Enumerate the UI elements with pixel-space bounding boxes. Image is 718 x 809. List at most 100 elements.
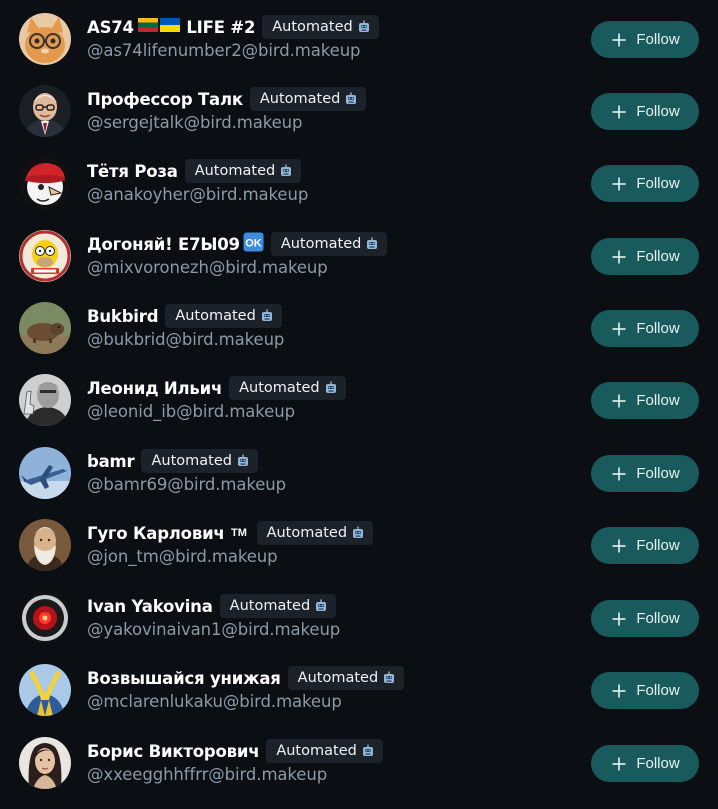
follow-label: Follow — [636, 755, 680, 772]
bearded-man-avatar-icon — [19, 519, 71, 571]
robot-icon — [237, 454, 248, 466]
account-row[interactable]: Догоняй! Е7Ы09 OK Automated @mixvoronezh… — [0, 219, 718, 291]
plus-icon — [612, 33, 626, 46]
follow-button[interactable]: Follow — [591, 21, 699, 58]
display-name[interactable]: Профессор Талк — [87, 90, 243, 109]
follow-button[interactable]: Follow — [591, 745, 699, 782]
avatar[interactable] — [19, 592, 71, 644]
account-handle[interactable]: @bukbrid@bird.makeup — [87, 330, 284, 349]
svg-text:TM: TM — [231, 527, 247, 539]
name-line: Догоняй! Е7Ы09 OK Automated — [87, 231, 388, 257]
display-name[interactable]: Борис Викторович — [87, 742, 260, 761]
avatar[interactable] — [19, 157, 71, 209]
plus-icon — [612, 105, 626, 118]
account-handle[interactable]: @bamr69@bird.makeup — [87, 475, 286, 494]
name-line: AS74 LIFE #2 Automated — [87, 14, 379, 40]
name-line: Леонид Ильич Automated — [87, 375, 346, 401]
homer-avatar-icon — [19, 230, 71, 282]
follow-label: Follow — [636, 392, 680, 409]
follow-label: Follow — [636, 610, 680, 627]
follow-button[interactable]: Follow — [591, 455, 699, 492]
account-handle[interactable]: @jon_tm@bird.makeup — [87, 547, 278, 566]
follow-label: Follow — [636, 465, 680, 482]
name-line: bamr Automated — [87, 448, 258, 474]
avatar[interactable] — [19, 302, 71, 354]
name-line: Тётя Роза Automated — [87, 158, 302, 184]
automated-badge: Automated — [141, 449, 258, 473]
account-handle[interactable]: @mixvoronezh@bird.makeup — [87, 258, 328, 277]
follow-label: Follow — [636, 103, 680, 120]
account-row[interactable]: Профессор Талк Automated @sergejtalk@bir… — [0, 74, 718, 146]
avatar[interactable] — [19, 230, 71, 282]
man-waving-avatar-icon — [19, 374, 71, 426]
account-handle[interactable]: @as74lifenumber2@bird.makeup — [87, 41, 361, 60]
avatar[interactable] — [19, 447, 71, 499]
follow-label: Follow — [636, 31, 680, 48]
account-row[interactable]: Тётя Роза Automated @anakoyher@bird.make… — [0, 146, 718, 218]
plus-icon — [612, 539, 626, 552]
svg-text:OK: OK — [245, 238, 262, 250]
avatar[interactable] — [19, 13, 71, 65]
robot-icon — [281, 164, 292, 176]
follow-button[interactable]: Follow — [591, 672, 699, 709]
account-row[interactable]: Борис Викторович Automated @xxeegghhffrr… — [0, 726, 718, 798]
display-name[interactable]: Ivan Yakovina — [87, 597, 213, 616]
account-handle[interactable]: @leonid_ib@bird.makeup — [87, 402, 295, 421]
robot-icon — [384, 671, 395, 683]
plus-icon — [612, 684, 626, 697]
follow-button[interactable]: Follow — [591, 600, 699, 637]
name-line: Профессор Талк Automated — [87, 86, 367, 112]
account-handle[interactable]: @mclarenlukaku@bird.makeup — [87, 692, 342, 711]
follow-button[interactable]: Follow — [591, 382, 699, 419]
account-row[interactable]: Ivan Yakovina Automated @yakovinaivan1@b… — [0, 581, 718, 653]
account-row[interactable]: AS74 LIFE #2 Automated @as74lifenumber2@… — [0, 2, 718, 74]
follow-button[interactable]: Follow — [591, 238, 699, 275]
avatar[interactable] — [19, 519, 71, 571]
account-handle[interactable]: @xxeegghhffrr@bird.makeup — [87, 765, 327, 784]
badge-label: Automated — [239, 380, 320, 396]
follow-label: Follow — [636, 320, 680, 337]
automated-badge: Automated — [262, 15, 379, 39]
account-row[interactable]: Bukbird Automated @bukbrid@bird.makeup F… — [0, 291, 718, 363]
avatar[interactable] — [19, 85, 71, 137]
follow-button[interactable]: Follow — [591, 527, 699, 564]
automated-badge: Automated — [287, 666, 405, 690]
account-handle[interactable]: @anakoyher@bird.makeup — [87, 185, 308, 204]
badge-label: Automated — [175, 308, 256, 324]
avatar[interactable] — [19, 737, 71, 789]
display-name[interactable]: Возвышайся унижая — [87, 669, 281, 688]
lithuania-ukraine-flags-icon — [137, 17, 181, 37]
avatar[interactable] — [19, 664, 71, 716]
woman-portrait-avatar-icon — [19, 737, 71, 789]
account-row[interactable]: Возвышайся унижая Automated @mclarenluka… — [0, 653, 718, 725]
badge-label: Automated — [280, 236, 362, 252]
account-handle[interactable]: @sergejtalk@bird.makeup — [87, 113, 302, 132]
follow-button[interactable]: Follow — [591, 310, 699, 347]
badge-label: Automated — [259, 91, 341, 107]
badge-label: Automated — [151, 453, 232, 469]
name-line: Гуго Карлович TM Automated — [87, 520, 374, 546]
plus-icon — [612, 612, 626, 625]
account-row[interactable]: bamr Automated @bamr69@bird.makeup Follo… — [0, 436, 718, 508]
display-name[interactable]: Гуго Карлович — [87, 524, 225, 543]
name-line: Ivan Yakovina Automated — [87, 593, 337, 619]
display-name[interactable]: Bukbird — [87, 307, 159, 326]
display-name[interactable]: Тётя Роза — [87, 162, 178, 181]
display-name[interactable]: Леонид Ильич — [87, 379, 222, 398]
account-row[interactable]: Гуго Карлович TM Automated @jon_tm@bird.… — [0, 508, 718, 580]
display-name[interactable]: bamr — [87, 452, 135, 471]
tm-icon: TM — [228, 524, 250, 543]
follow-button[interactable]: Follow — [591, 93, 699, 130]
capybara-avatar-icon — [19, 302, 71, 354]
display-name[interactable]: AS74 — [87, 18, 134, 37]
display-name-suffix: LIFE #2 — [180, 17, 256, 37]
display-name[interactable]: Догоняй! Е7Ы09 — [87, 235, 240, 254]
avatar[interactable] — [19, 374, 71, 426]
badge-label: Automated — [194, 163, 276, 179]
plus-icon — [612, 394, 626, 407]
robot-icon — [325, 381, 336, 393]
follow-button[interactable]: Follow — [591, 165, 699, 202]
account-row[interactable]: Леонид Ильич Automated @leonid_ib@bird.m… — [0, 363, 718, 435]
follow-label: Follow — [636, 248, 680, 265]
account-handle[interactable]: @yakovinaivan1@bird.makeup — [87, 620, 340, 639]
